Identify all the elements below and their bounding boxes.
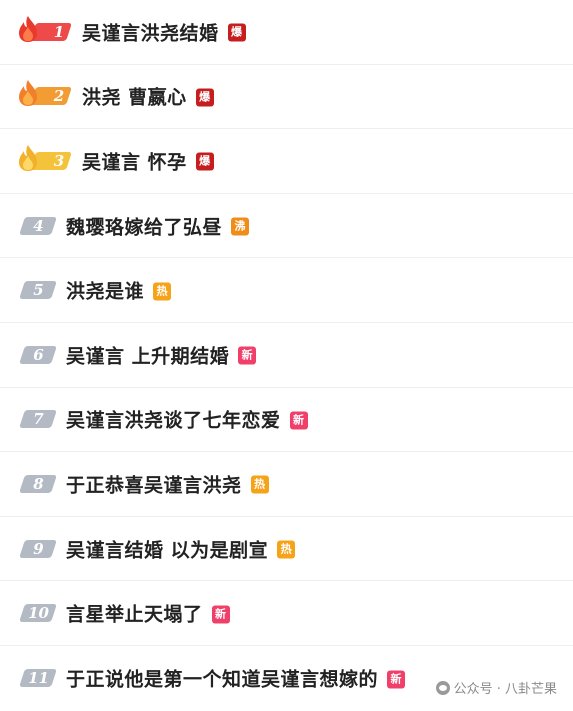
rank-marker: 1 [19,15,73,42]
rank-number: 8 [33,474,44,493]
hot-search-title[interactable]: 吴谨言洪尧谈了七年恋爱 [66,410,281,432]
hot-search-title[interactable]: 吴谨言 怀孕 [82,151,187,173]
status-badge: 新 [211,605,230,624]
rank-marker: 9 [19,539,57,559]
item-text: 吴谨言洪尧结婚爆 [82,18,246,45]
hot-search-title[interactable]: 于正说他是第一个知道吴谨言想嫁的 [66,669,378,691]
wechat-icon [435,680,450,695]
rank-marker: 6 [19,345,57,365]
hot-search-title[interactable]: 于正恭喜吴谨言洪尧 [66,474,242,496]
watermark: 公众号 · 八卦芒果 [435,678,557,697]
item-text: 于正说他是第一个知道吴谨言想嫁的新 [66,665,406,692]
status-badge: 热 [277,540,296,559]
hot-search-item[interactable]: 2 洪尧 曹嬴心爆 [0,65,573,130]
hot-search-item[interactable]: 5 洪尧是谁热 [0,258,573,323]
item-text: 吴谨言 怀孕爆 [82,147,214,174]
rank-number: 1 [53,22,65,41]
hot-search-list: 1 吴谨言洪尧结婚爆 2 洪尧 曹嬴心爆 3 吴谨言 怀孕爆 4 魏璎珞嫁给了弘昼沸 5 洪尧是谁… [0,0,573,711]
hot-search-item[interactable]: 1 吴谨言洪尧结婚爆 [0,0,573,65]
hot-search-title[interactable]: 魏璎珞嫁给了弘昼 [66,216,222,238]
rank-marker: 7 [19,409,57,429]
rank-marker: 8 [19,474,57,494]
rank-marker: 3 [19,144,73,171]
hot-search-item[interactable]: 9 吴谨言结婚 以为是剧宣热 [0,517,573,582]
hot-search-title[interactable]: 吴谨言洪尧结婚 [82,22,219,44]
hot-search-item[interactable]: 6 吴谨言 上升期结婚新 [0,323,573,388]
status-badge: 新 [289,411,308,430]
item-text: 洪尧是谁热 [66,277,172,304]
hot-search-item[interactable]: 7 吴谨言洪尧谈了七年恋爱新 [0,388,573,453]
item-text: 吴谨言洪尧谈了七年恋爱新 [66,406,308,433]
rank-marker: 11 [19,668,57,688]
hot-search-title[interactable]: 洪尧是谁 [66,281,144,303]
item-text: 吴谨言结婚 以为是剧宣热 [66,535,296,562]
status-badge: 新 [238,346,257,365]
item-text: 吴谨言 上升期结婚新 [66,341,257,368]
rank-number: 11 [28,669,49,688]
status-badge: 热 [250,475,269,494]
item-text: 洪尧 曹嬴心爆 [82,83,214,110]
item-text: 魏璎珞嫁给了弘昼沸 [66,212,250,239]
rank-number: 9 [33,539,44,558]
status-badge: 爆 [227,23,246,42]
hot-search-item[interactable]: 4 魏璎珞嫁给了弘昼沸 [0,194,573,259]
hot-search-title[interactable]: 洪尧 曹嬴心 [82,87,187,109]
rank-marker: 5 [19,280,57,300]
hot-search-title[interactable]: 吴谨言结婚 以为是剧宣 [66,539,268,561]
hot-search-item[interactable]: 3 吴谨言 怀孕爆 [0,129,573,194]
item-text: 言星举止天塌了新 [66,600,230,627]
status-badge: 沸 [231,217,250,236]
hot-search-title[interactable]: 言星举止天塌了 [66,604,203,626]
rank-number: 7 [33,410,44,429]
rank-number: 2 [53,87,65,106]
item-text: 于正恭喜吴谨言洪尧热 [66,470,269,497]
rank-number: 6 [33,345,44,364]
status-badge: 新 [387,670,406,689]
rank-number: 5 [33,281,44,300]
watermark-text: 公众号 · 八卦芒果 [453,682,557,697]
rank-number: 4 [33,216,44,235]
rank-marker: 10 [19,603,57,623]
status-badge: 热 [153,282,172,301]
status-badge: 爆 [195,152,214,171]
hot-search-title[interactable]: 吴谨言 上升期结婚 [66,345,229,367]
status-badge: 爆 [195,88,214,107]
rank-number: 10 [28,604,49,623]
rank-marker: 4 [19,216,57,236]
hot-search-item[interactable]: 8 于正恭喜吴谨言洪尧热 [0,452,573,517]
rank-marker: 2 [19,80,73,107]
rank-number: 3 [53,151,65,170]
hot-search-item[interactable]: 10 言星举止天塌了新 [0,581,573,646]
